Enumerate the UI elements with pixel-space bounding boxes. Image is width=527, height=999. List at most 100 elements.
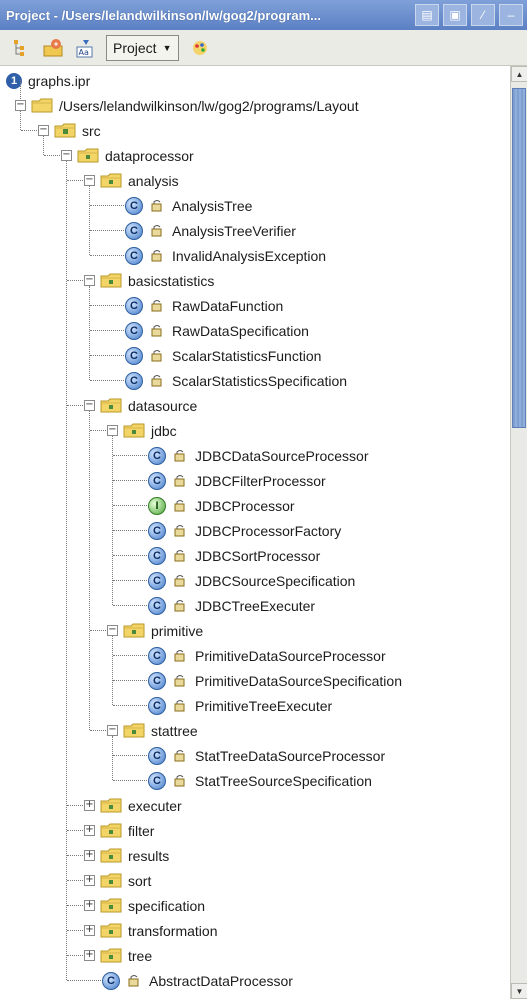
tree-folder-row[interactable]: − primitive (0, 618, 510, 643)
tree-folder-row[interactable]: − /Users/lelandwilkinson/lw/gog2/programs… (0, 93, 510, 118)
minimize-icon[interactable]: – (499, 4, 523, 26)
package-folder-icon (123, 623, 145, 638)
collapse-toggle-icon[interactable]: − (38, 125, 49, 136)
class-icon: C (148, 671, 166, 690)
autoscroll-icon[interactable] (42, 37, 64, 59)
package-folder-icon (77, 148, 99, 163)
tree-class-row[interactable]: C JDBCFilterProcessor (0, 468, 510, 493)
public-access-icon (173, 449, 187, 463)
tree-guide-line (112, 736, 113, 780)
tree-folder-row[interactable]: − stattree (0, 718, 510, 743)
scroll-up-icon[interactable]: ▲ (511, 66, 527, 82)
tree-class-row[interactable]: C AnalysisTree (0, 193, 510, 218)
tree-class-row[interactable]: C AbstractDataProcessor (0, 968, 510, 993)
tree-class-row[interactable]: C ScalarStatisticsSpecification (0, 368, 510, 393)
expand-toggle-icon[interactable]: + (84, 900, 95, 911)
project-view-dropdown[interactable]: Project ▼ (106, 34, 179, 61)
tree-class-row[interactable]: C JDBCSortProcessor (0, 543, 510, 568)
tree-node-label: JDBCSourceSpecification (195, 572, 356, 589)
tree-node-label: ScalarStatisticsSpecification (172, 372, 348, 389)
expand-toggle-icon[interactable]: + (84, 950, 95, 961)
tree-guide-line (89, 286, 90, 380)
tree-node-label: tree (128, 947, 153, 964)
toolbar: Aa Project ▼ (0, 30, 527, 66)
window-menu-icon[interactable]: ▤ (415, 4, 439, 26)
tree-folder-row[interactable]: + sort (0, 868, 510, 893)
tree-folder-row[interactable]: − jdbc (0, 418, 510, 443)
public-access-icon (173, 774, 187, 788)
window-title: Project - /Users/lelandwilkinson/lw/gog2… (6, 7, 321, 23)
tree-class-row[interactable]: C InvalidAnalysisException (0, 243, 510, 268)
tree-folder-row[interactable]: − src (0, 118, 510, 143)
project-tree[interactable]: 1 graphs.ipr −/Users/lelandwilkinson/lw/… (0, 66, 510, 999)
tree-class-row[interactable]: C RawDataFunction (0, 293, 510, 318)
collapse-toggle-icon[interactable]: − (107, 425, 118, 436)
tree-class-row[interactable]: C AnalysisTreeVerifier (0, 218, 510, 243)
package-folder-icon (54, 123, 76, 138)
public-access-icon (173, 574, 187, 588)
collapse-toggle-icon[interactable]: − (15, 100, 26, 111)
tree-class-row[interactable]: C ScalarStatisticsFunction (0, 343, 510, 368)
tree-folder-row[interactable]: + tree (0, 943, 510, 968)
scroll-down-icon[interactable]: ▼ (511, 983, 527, 999)
tree-folder-row[interactable]: − dataprocessor (0, 143, 510, 168)
collapse-toggle-icon[interactable]: − (84, 175, 95, 186)
expand-toggle-icon[interactable]: + (84, 925, 95, 936)
tree-class-row[interactable]: C StatTreeDataSourceProcessor (0, 743, 510, 768)
class-icon: C (148, 646, 166, 665)
tree-node-label: jdbc (151, 422, 177, 439)
tree-node-label: InvalidAnalysisException (172, 247, 327, 264)
tree-class-row[interactable]: C JDBCSourceSpecification (0, 568, 510, 593)
tree-node-label: transformation (128, 922, 218, 939)
tree-node-label: AbstractDataProcessor (149, 972, 293, 989)
class-icon: C (148, 546, 166, 565)
expand-toggle-icon[interactable]: + (84, 825, 95, 836)
collapse-toggle-icon[interactable]: − (107, 725, 118, 736)
tree-folder-row[interactable]: + executer (0, 793, 510, 818)
class-icon: C (125, 246, 143, 265)
public-access-icon (150, 299, 164, 313)
collapse-toggle-icon[interactable]: − (84, 275, 95, 286)
collapse-toggle-icon[interactable]: − (107, 625, 118, 636)
tree-folder-row[interactable]: − datasource (0, 393, 510, 418)
collapse-toggle-icon[interactable]: − (84, 400, 95, 411)
scrollbar-thumb[interactable] (512, 88, 526, 428)
expand-toggle-icon[interactable]: + (84, 875, 95, 886)
tree-folder-row[interactable]: + results (0, 843, 510, 868)
tree-class-row[interactable]: C StatTreeSourceSpecification (0, 768, 510, 793)
tree-node-label: primitive (151, 622, 204, 639)
tree-folder-row[interactable]: − basicstatistics (0, 268, 510, 293)
tree-root-row[interactable]: 1 graphs.ipr (0, 68, 510, 93)
palette-icon[interactable] (189, 37, 211, 59)
tree-folder-row[interactable]: + transformation (0, 918, 510, 943)
tree-class-row[interactable]: C PrimitiveDataSourceProcessor (0, 643, 510, 668)
restore-icon[interactable]: ▣ (443, 4, 467, 26)
public-access-icon (127, 974, 141, 988)
tree-class-row[interactable]: C JDBCTreeExecuter (0, 593, 510, 618)
public-access-icon (150, 249, 164, 263)
package-folder-icon (123, 723, 145, 738)
vertical-scrollbar[interactable]: ▲ ▼ (510, 66, 527, 999)
public-access-icon (150, 349, 164, 363)
sort-alpha-icon[interactable]: Aa (74, 37, 96, 59)
tree-guide-line (89, 186, 90, 255)
tree-class-row[interactable]: C JDBCProcessorFactory (0, 518, 510, 543)
tree-class-row[interactable]: I JDBCProcessor (0, 493, 510, 518)
tree-node-label: sort (128, 872, 152, 889)
expand-toggle-icon[interactable]: + (84, 850, 95, 861)
tree-class-row[interactable]: C JDBCDataSourceProcessor (0, 443, 510, 468)
tree-class-row[interactable]: C RawDataSpecification (0, 318, 510, 343)
tree-folder-row[interactable]: + specification (0, 893, 510, 918)
collapse-toggle-icon[interactable]: − (61, 150, 72, 161)
expand-toggle-icon[interactable]: + (84, 800, 95, 811)
tree-class-row[interactable]: C PrimitiveDataSourceSpecification (0, 668, 510, 693)
pin-icon[interactable]: ⁄ (471, 4, 495, 26)
tree-class-row[interactable]: C PrimitiveTreeExecuter (0, 693, 510, 718)
tree-node-label: analysis (128, 172, 179, 189)
tree-node-label: RawDataFunction (172, 297, 284, 314)
tree-node-label: StatTreeSourceSpecification (195, 772, 372, 789)
tree-folder-row[interactable]: + filter (0, 818, 510, 843)
structure-icon[interactable] (10, 37, 32, 59)
tree-node-label: PrimitiveTreeExecuter (195, 697, 333, 714)
tree-folder-row[interactable]: − analysis (0, 168, 510, 193)
